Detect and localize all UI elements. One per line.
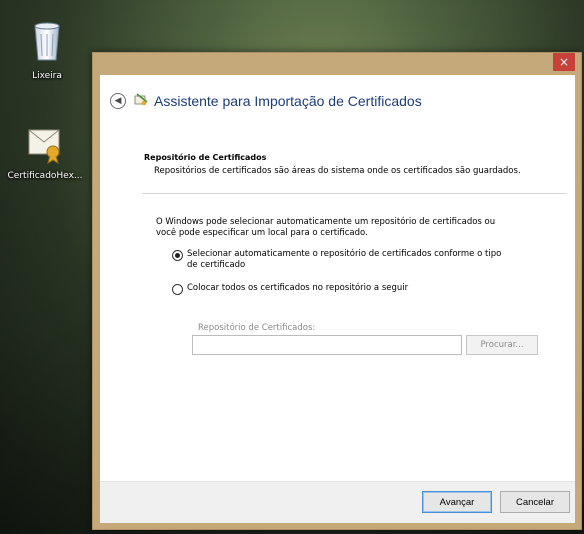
radio-auto-select-store[interactable]: Selecionar automaticamente o repositório… — [172, 249, 512, 271]
radio-label: Selecionar automaticamente o repositório… — [187, 249, 502, 270]
certificate-store-field[interactable] — [192, 335, 462, 355]
section-title: Repositório de Certificados — [144, 153, 267, 162]
header-divider — [142, 193, 567, 194]
radio-button[interactable] — [172, 284, 183, 295]
radio-button-selected[interactable] — [172, 250, 183, 261]
cancel-button[interactable]: Cancelar — [500, 491, 570, 513]
browse-button[interactable]: Procurar... — [466, 335, 538, 355]
wizard-header: ◀ Assistente para Importação de Certific… — [100, 75, 575, 127]
section-header: Repositório de Certificados Repositórios… — [144, 153, 559, 176]
wizard-client-area: ◀ Assistente para Importação de Certific… — [100, 75, 575, 523]
close-button[interactable]: × — [553, 53, 575, 71]
radio-place-in-store[interactable]: Colocar todos os certificados no reposit… — [172, 283, 512, 295]
section-description: Repositórios de certificados são áreas d… — [154, 166, 521, 176]
desktop-icon-certificate-file[interactable]: CertificadoHex... — [0, 126, 90, 181]
back-button[interactable]: ◀ — [110, 93, 126, 109]
certificate-store-label: Repositório de Certificados: — [198, 323, 316, 333]
recycle-bin-icon — [2, 16, 92, 67]
back-arrow-icon: ◀ — [114, 96, 122, 106]
certificate-file-icon — [0, 126, 90, 167]
intro-text: O Windows pode selecionar automaticament… — [156, 217, 496, 238]
desktop-icon-label: CertificadoHex... — [7, 171, 83, 181]
certificate-import-wizard-window: × ◀ Assistente para Importação de Certif… — [92, 52, 582, 530]
desktop-icon-label: Lixeira — [32, 71, 62, 81]
wizard-title: Assistente para Importação de Certificad… — [154, 93, 422, 109]
radio-label: Colocar todos os certificados no reposit… — [187, 283, 409, 293]
certificate-wizard-icon — [134, 92, 148, 110]
next-button[interactable]: Avançar — [422, 491, 492, 513]
wizard-footer: Avançar Cancelar — [100, 481, 575, 523]
desktop-icon-recycle-bin[interactable]: Lixeira — [2, 16, 92, 81]
